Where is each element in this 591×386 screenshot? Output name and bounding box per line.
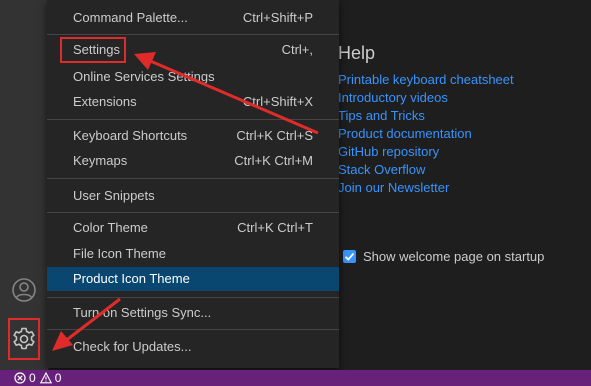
menu-item-keyboard-shortcuts[interactable]: Keyboard Shortcuts Ctrl+K Ctrl+S	[47, 124, 339, 148]
link-product-documentation[interactable]: Product documentation	[338, 126, 472, 141]
menu-separator	[47, 329, 339, 330]
menu-item-label: File Icon Theme	[73, 246, 166, 261]
manage-context-menu: Command Palette... Ctrl+Shift+P Settings…	[47, 0, 339, 368]
list-item: Tips and Tricks	[338, 107, 514, 125]
show-welcome-checkbox[interactable]	[343, 250, 356, 263]
list-item: Printable keyboard cheatsheet	[338, 71, 514, 89]
error-count: 0	[29, 371, 36, 385]
menu-item-keymaps[interactable]: Keymaps Ctrl+K Ctrl+M	[47, 149, 339, 173]
menu-separator	[47, 297, 339, 298]
menu-item-label: Keymaps	[73, 153, 128, 168]
menu-item-file-icon-theme[interactable]: File Icon Theme	[47, 242, 339, 266]
menu-item-shortcut: Ctrl+K Ctrl+M	[234, 153, 313, 168]
menu-item-label: Online Services Settings	[73, 69, 215, 84]
menu-item-settings-sync[interactable]: Turn on Settings Sync...	[47, 301, 339, 325]
help-heading: Help	[338, 43, 376, 63]
link-tips-and-tricks[interactable]: Tips and Tricks	[338, 108, 425, 123]
menu-item-label: Turn on Settings Sync...	[73, 305, 212, 320]
menu-item-shortcut: Ctrl+,	[281, 42, 313, 57]
link-stack-overflow[interactable]: Stack Overflow	[338, 162, 425, 177]
menu-item-shortcut: Ctrl+Shift+X	[242, 94, 313, 109]
check-icon	[344, 252, 355, 261]
error-icon	[14, 372, 26, 384]
activity-bar	[0, 0, 48, 370]
menu-item-label: User Snippets	[73, 188, 155, 203]
manage-button[interactable]	[0, 319, 48, 359]
menu-item-shortcut: Ctrl+K Ctrl+T	[237, 220, 313, 235]
warning-count: 0	[54, 371, 62, 385]
account-icon	[12, 278, 36, 302]
link-github-repository[interactable]: GitHub repository	[338, 144, 439, 159]
menu-item-label: Keyboard Shortcuts	[73, 128, 188, 143]
menu-item-check-for-updates[interactable]: Check for Updates...	[47, 335, 339, 359]
show-welcome-startup-row: Show welcome page on startup	[343, 249, 544, 264]
list-item: Stack Overflow	[338, 161, 514, 179]
menu-item-color-theme[interactable]: Color Theme Ctrl+K Ctrl+T	[47, 216, 339, 240]
menu-item-shortcut: Ctrl+K Ctrl+S	[236, 128, 313, 143]
menu-item-extensions[interactable]: Extensions Ctrl+Shift+X	[47, 90, 339, 114]
menu-item-command-palette[interactable]: Command Palette... Ctrl+Shift+P	[47, 6, 339, 30]
help-links: Printable keyboard cheatsheet Introducto…	[338, 71, 514, 197]
menu-item-label: Settings	[73, 42, 120, 57]
accounts-button[interactable]	[0, 270, 48, 310]
menu-item-user-snippets[interactable]: User Snippets	[47, 184, 339, 208]
menu-item-settings[interactable]: Settings Ctrl+,	[47, 38, 339, 62]
menu-item-label: Command Palette...	[73, 10, 188, 25]
list-item: Introductory videos	[338, 89, 514, 107]
warning-icon	[39, 372, 52, 384]
gear-icon	[13, 327, 35, 350]
menu-separator	[47, 178, 339, 179]
link-newsletter[interactable]: Join our Newsletter	[338, 180, 449, 195]
menu-separator	[47, 34, 339, 35]
menu-item-label: Product Icon Theme	[73, 271, 190, 286]
list-item: Product documentation	[338, 125, 514, 143]
menu-item-label: Extensions	[73, 94, 137, 109]
show-welcome-label[interactable]: Show welcome page on startup	[363, 249, 544, 264]
menu-item-label: Check for Updates...	[73, 339, 192, 354]
link-introductory-videos[interactable]: Introductory videos	[338, 90, 448, 105]
status-bar: 0 0	[0, 370, 591, 386]
menu-item-product-icon-theme[interactable]: Product Icon Theme	[47, 267, 339, 291]
menu-separator	[47, 212, 339, 213]
menu-item-shortcut: Ctrl+Shift+P	[242, 10, 313, 25]
list-item: GitHub repository	[338, 143, 514, 161]
list-item: Join our Newsletter	[338, 179, 514, 197]
menu-item-label: Color Theme	[73, 220, 148, 235]
vscode-window: Help Printable keyboard cheatsheet Intro…	[0, 0, 591, 386]
menu-separator	[47, 119, 339, 120]
problems-status-item[interactable]: 0 0	[14, 370, 65, 386]
menu-item-online-services-settings[interactable]: Online Services Settings	[47, 65, 339, 89]
link-keyboard-cheatsheet[interactable]: Printable keyboard cheatsheet	[338, 72, 514, 87]
